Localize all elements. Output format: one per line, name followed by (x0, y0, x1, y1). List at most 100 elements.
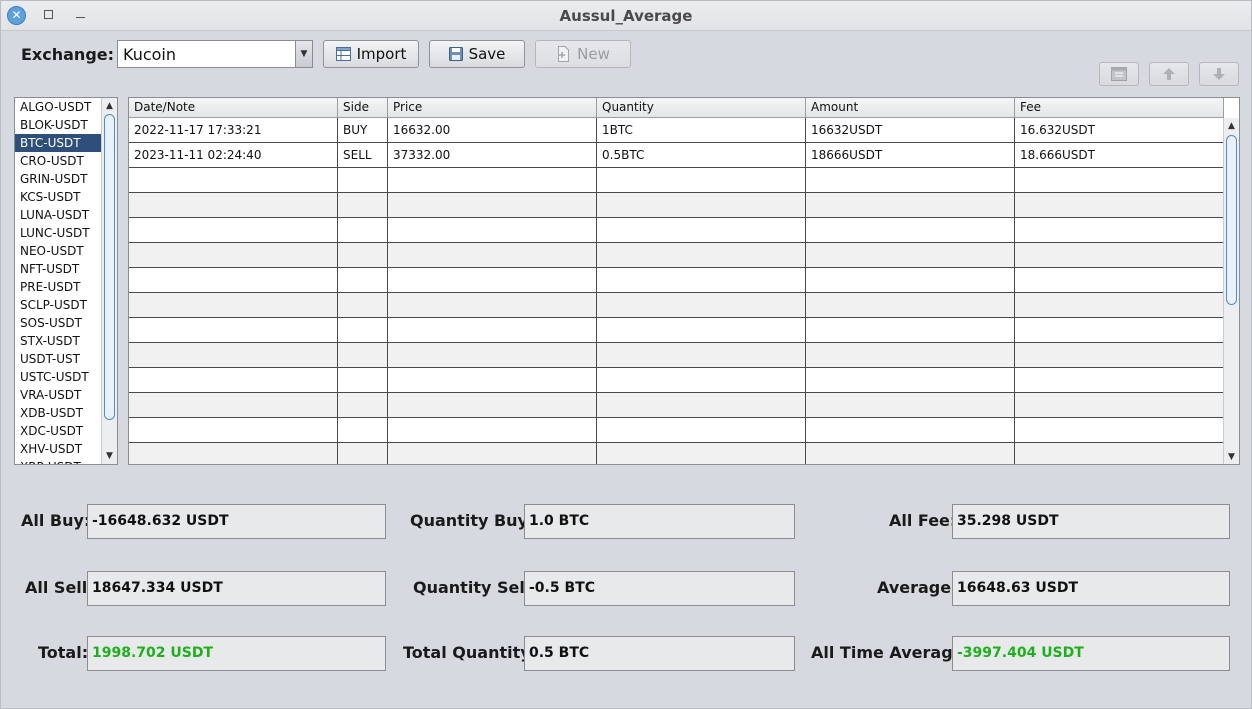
move-down-button[interactable] (1199, 62, 1239, 86)
table-cell[interactable] (806, 318, 1015, 342)
pair-list[interactable]: ALGO-USDT BLOK-USDT BTC-USDT CRO-USDT GRIN-U… (14, 97, 118, 465)
scroll-down-icon[interactable]: ▼ (102, 449, 117, 463)
table-cell[interactable] (388, 443, 597, 464)
table-cell[interactable] (597, 418, 806, 442)
table-row[interactable] (129, 243, 1224, 268)
table-row[interactable] (129, 343, 1224, 368)
table-cell[interactable] (597, 243, 806, 267)
pair-list-item[interactable]: BTC-USDT (15, 134, 103, 152)
table-row[interactable] (129, 268, 1224, 293)
table-cell[interactable] (597, 368, 806, 392)
table-cell[interactable] (597, 318, 806, 342)
table-row[interactable] (129, 318, 1224, 343)
table-row[interactable] (129, 443, 1224, 464)
table-cell[interactable] (806, 268, 1015, 292)
new-button[interactable]: New (535, 40, 631, 68)
table-cell[interactable] (1015, 418, 1224, 442)
scroll-up-icon[interactable]: ▲ (1224, 119, 1239, 133)
column-header[interactable]: Date/Note (129, 98, 338, 118)
table-cell[interactable] (806, 293, 1015, 317)
table-cell[interactable] (806, 343, 1015, 367)
table-cell[interactable] (338, 443, 388, 464)
table-cell[interactable] (338, 418, 388, 442)
table-cell[interactable] (338, 268, 388, 292)
scrollbar-thumb[interactable] (104, 114, 115, 420)
table-cell[interactable] (1015, 293, 1224, 317)
table-row[interactable] (129, 193, 1224, 218)
table-cell[interactable] (388, 293, 597, 317)
table-cell[interactable] (1015, 268, 1224, 292)
table-cell[interactable] (129, 343, 338, 367)
scroll-up-icon[interactable]: ▲ (102, 99, 117, 113)
table-cell[interactable]: 0.5BTC (597, 143, 806, 167)
table-cell[interactable]: BUY (338, 118, 388, 142)
pair-list-item[interactable]: BLOK-USDT (15, 116, 103, 134)
table-cell[interactable] (1015, 318, 1224, 342)
pair-list-item[interactable]: XDB-USDT (15, 404, 103, 422)
table-cell[interactable]: SELL (338, 143, 388, 167)
column-header[interactable]: Price (388, 98, 597, 118)
table-cell[interactable]: 2023-11-11 02:24:40 (129, 143, 338, 167)
table-cell[interactable] (129, 293, 338, 317)
table-cell[interactable] (129, 168, 338, 192)
pair-list-item[interactable]: VRA-USDT (15, 386, 103, 404)
table-cell[interactable]: 37332.00 (388, 143, 597, 167)
table-cell[interactable] (597, 218, 806, 242)
pair-list-item[interactable]: NFT-USDT (15, 260, 103, 278)
table-cell[interactable] (806, 393, 1015, 417)
table-cell[interactable] (338, 368, 388, 392)
table-cell[interactable]: 18666USDT (806, 143, 1015, 167)
table-cell[interactable] (388, 193, 597, 217)
pair-list-item[interactable]: XDC-USDT (15, 422, 103, 440)
table-row[interactable] (129, 418, 1224, 443)
table-cell[interactable] (806, 443, 1015, 464)
table-cell[interactable] (1015, 218, 1224, 242)
pair-list-item[interactable]: SOS-USDT (15, 314, 103, 332)
table-cell[interactable] (597, 343, 806, 367)
table-row[interactable] (129, 168, 1224, 193)
table-row[interactable] (129, 293, 1224, 318)
table-cell[interactable] (338, 343, 388, 367)
pair-list-item[interactable]: SCLP-USDT (15, 296, 103, 314)
table-cell[interactable] (129, 243, 338, 267)
pair-list-item[interactable]: GRIN-USDT (15, 170, 103, 188)
table-row[interactable] (129, 393, 1224, 418)
table-cell[interactable] (1015, 193, 1224, 217)
table-cell[interactable]: 1BTC (597, 118, 806, 142)
chevron-down-icon[interactable]: ▼ (295, 41, 312, 67)
table-cell[interactable] (1015, 243, 1224, 267)
scrollbar-thumb[interactable] (1226, 135, 1237, 305)
table-cell[interactable] (597, 293, 806, 317)
pair-list-item[interactable]: XRP-USDT (15, 458, 103, 464)
table-cell[interactable]: 18.666USDT (1015, 143, 1224, 167)
pair-list-item[interactable]: XHV-USDT (15, 440, 103, 458)
calendar-button[interactable] (1099, 62, 1139, 86)
table-cell[interactable] (388, 368, 597, 392)
pair-list-item[interactable]: NEO-USDT (15, 242, 103, 260)
table-cell[interactable] (597, 193, 806, 217)
table-cell[interactable] (129, 193, 338, 217)
table-cell[interactable] (388, 393, 597, 417)
table-cell[interactable] (388, 243, 597, 267)
column-header[interactable]: Side (338, 98, 388, 118)
pair-list-scrollbar[interactable]: ▲ ▼ (101, 98, 117, 464)
table-cell[interactable] (388, 343, 597, 367)
pair-list-item[interactable]: CRO-USDT (15, 152, 103, 170)
table-cell[interactable] (338, 243, 388, 267)
table-cell[interactable] (806, 218, 1015, 242)
column-header[interactable]: Quantity (597, 98, 806, 118)
pair-list-item[interactable]: LUNC-USDT (15, 224, 103, 242)
table-cell[interactable] (338, 293, 388, 317)
table-cell[interactable] (806, 368, 1015, 392)
table-cell[interactable]: 16.632USDT (1015, 118, 1224, 142)
table-cell[interactable] (597, 393, 806, 417)
table-cell[interactable] (806, 243, 1015, 267)
table-cell[interactable] (338, 393, 388, 417)
table-cell[interactable] (1015, 343, 1224, 367)
table-cell[interactable] (388, 218, 597, 242)
column-header[interactable]: Amount (806, 98, 1015, 118)
save-button[interactable]: Save (429, 40, 525, 68)
table-cell[interactable] (806, 168, 1015, 192)
table-cell[interactable] (1015, 368, 1224, 392)
table-cell[interactable] (1015, 168, 1224, 192)
